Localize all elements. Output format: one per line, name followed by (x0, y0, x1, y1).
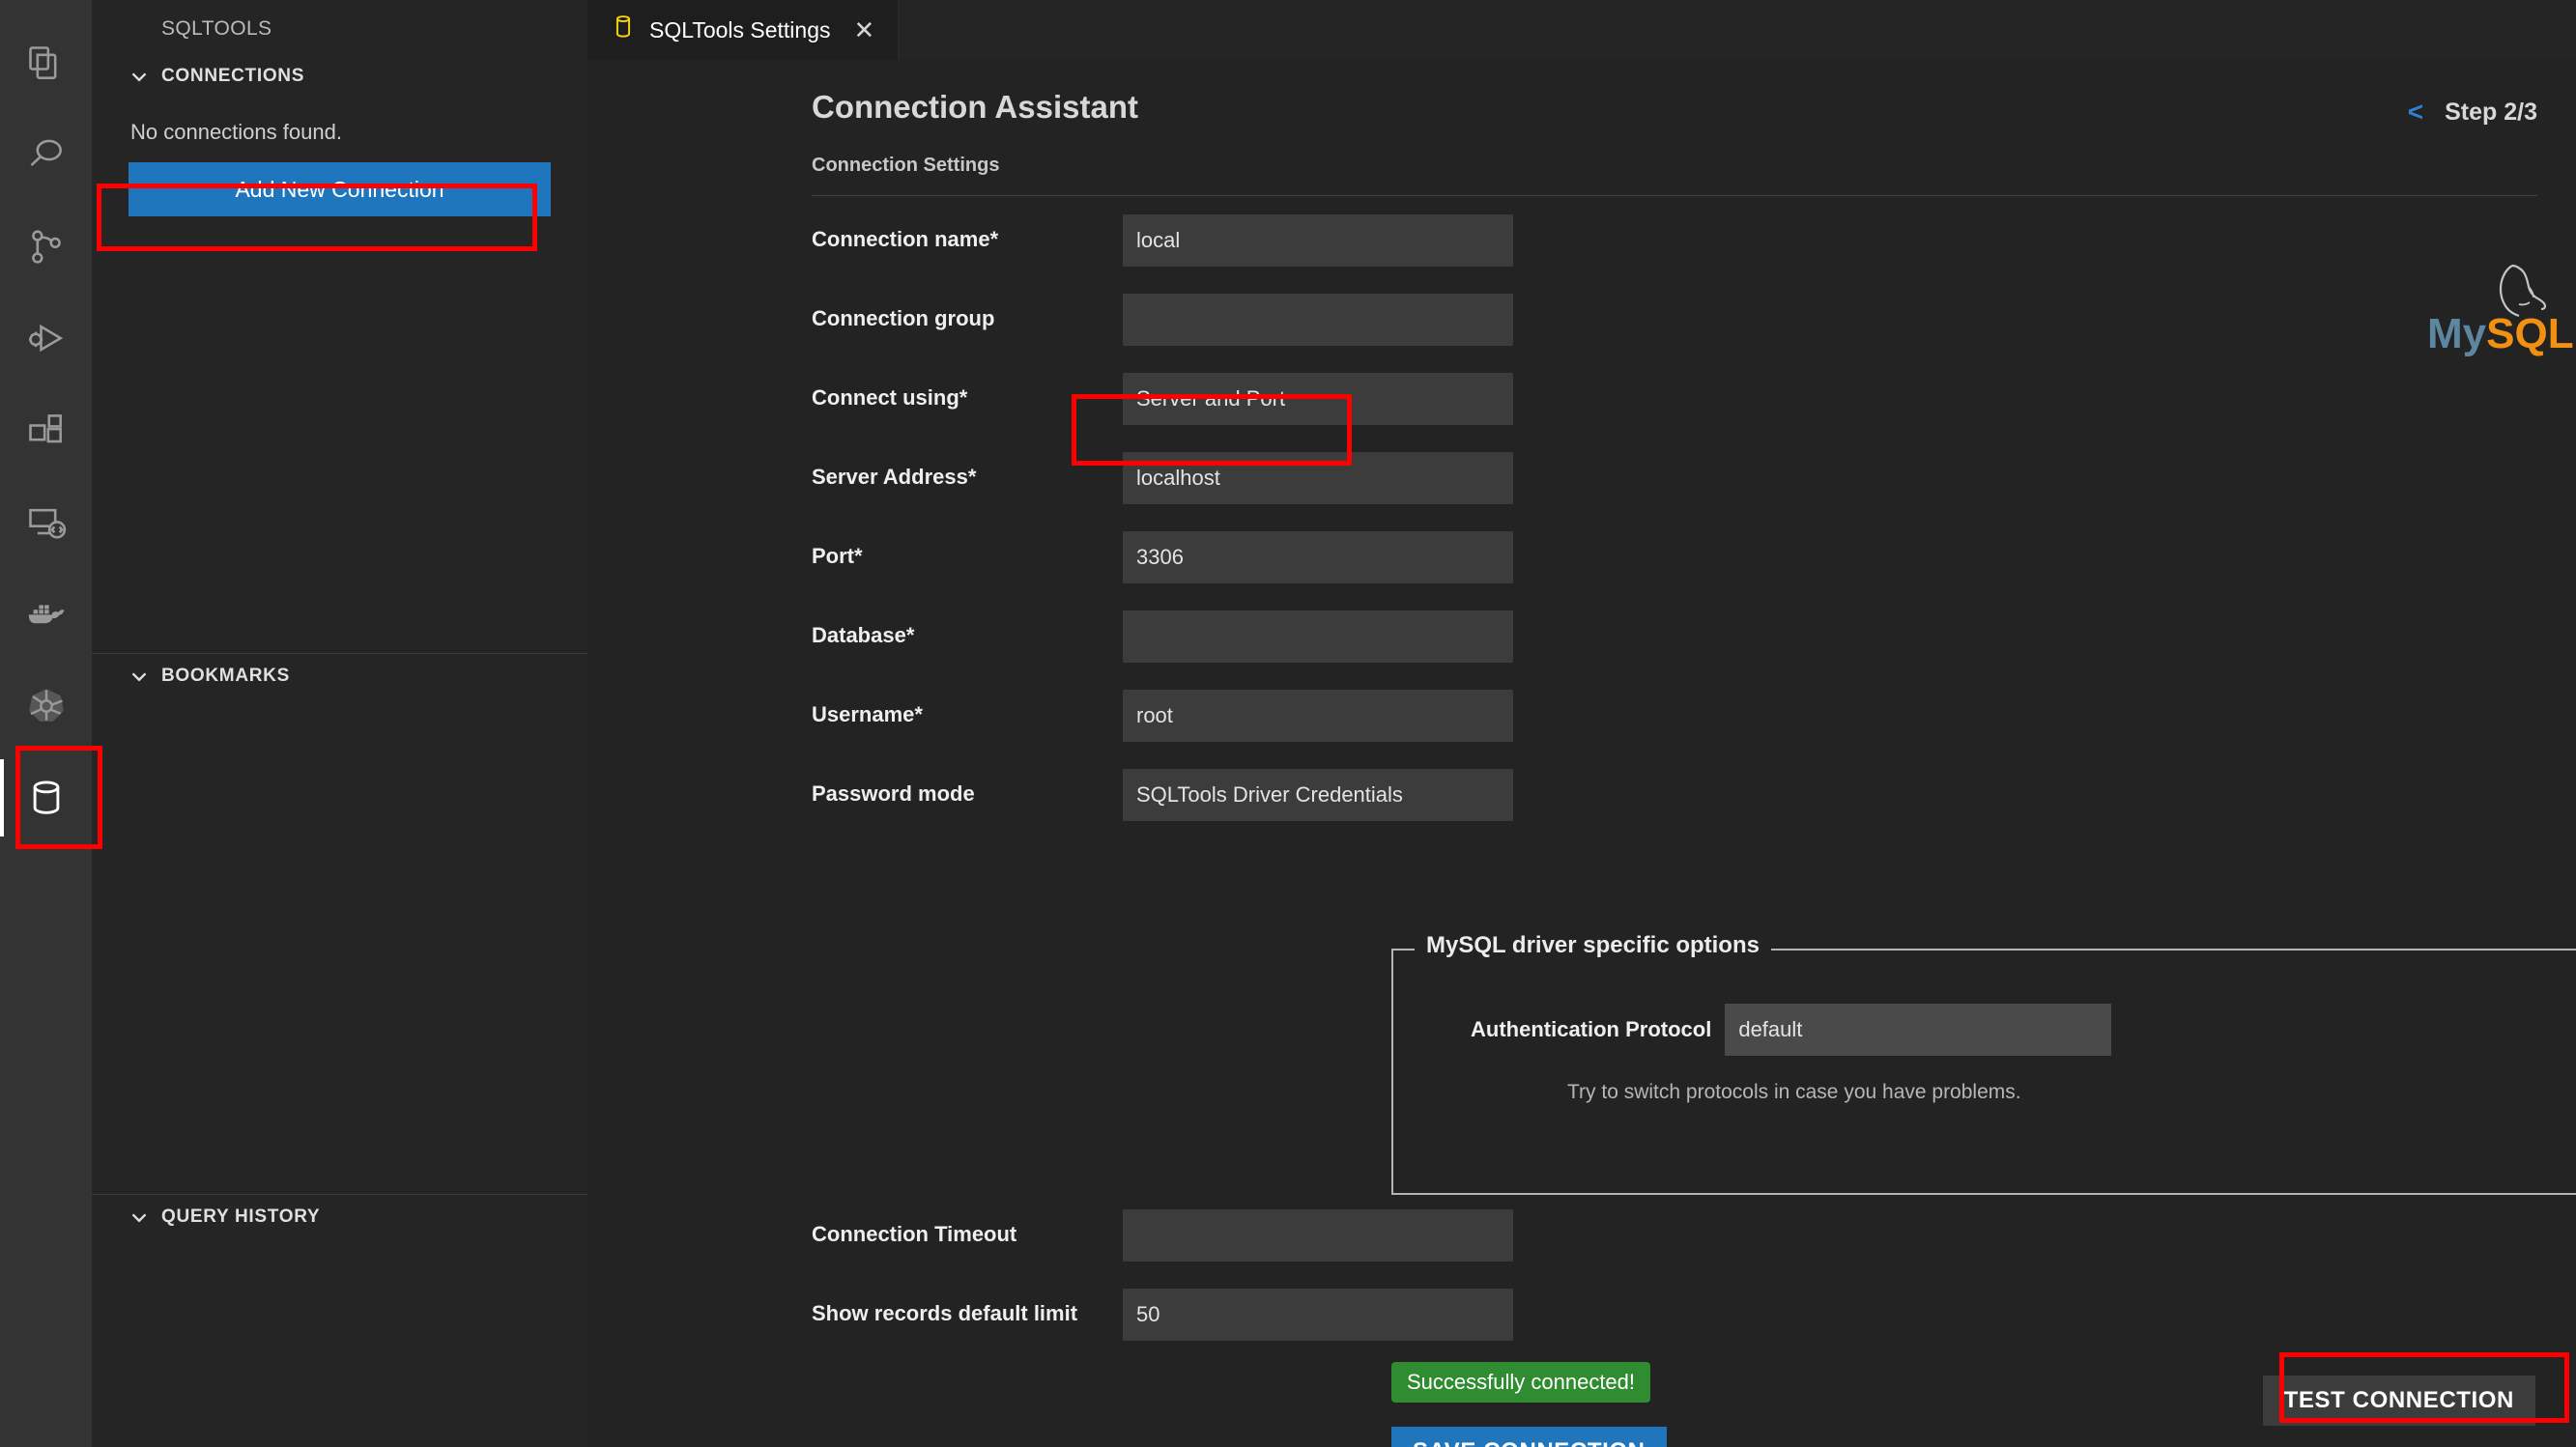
connection-group-input[interactable] (1123, 294, 1513, 346)
status-badge: Successfully connected! (1391, 1362, 1651, 1403)
chevron-down-icon (127, 64, 152, 89)
close-icon[interactable]: ✕ (854, 17, 875, 43)
mysql-wordmark: MySQL (2427, 310, 2574, 358)
form-row-server-address: Server Address* (812, 452, 2537, 531)
field-label: Connection group (812, 306, 995, 330)
auth-protocol-input[interactable] (1725, 1004, 2112, 1056)
form-row-database: Database* (812, 610, 2537, 690)
field-label: Port* (812, 544, 863, 568)
activity-item-remote-explorer[interactable] (0, 476, 92, 568)
step-indicator: Step 2/3 (2445, 98, 2537, 126)
activity-item-sqltools-database[interactable] (0, 752, 92, 843)
activity-item-kubernetes[interactable] (0, 660, 92, 752)
form-row-connection-name: Connection name* (812, 214, 2537, 294)
mysql-my-text: My (2427, 310, 2487, 357)
field-label: Password mode (812, 781, 975, 806)
show-records-limit-input[interactable] (1123, 1289, 1513, 1341)
sidebar-section-connections[interactable]: CONNECTIONS (92, 54, 587, 99)
section-label-connection-settings: Connection Settings (812, 155, 1000, 176)
test-connection-button[interactable]: TEST CONNECTION (2262, 1376, 2535, 1426)
field-label: Show records default limit (812, 1301, 1078, 1325)
divider (812, 195, 2537, 196)
sidebar-title: SQLTOOLS (161, 17, 272, 40)
tab-bar: SQLTools Settings ✕ (587, 0, 2576, 60)
fieldset-legend: MySQL driver specific options (1415, 932, 1771, 959)
field-label: Connect using* (812, 385, 968, 410)
form-row-username: Username* (812, 690, 2537, 769)
mysql-logo: MySQL (2419, 258, 2574, 372)
connection-settings-form: Connection name* Connection group Connec… (812, 214, 2537, 848)
database-icon (611, 13, 636, 47)
editor-area: SQLTools Settings ✕ Connection Assistant… (587, 0, 2576, 1447)
form-row-port: Port* (812, 531, 2537, 610)
sidebar-panes: CONNECTIONS No connections found. Add Ne… (92, 54, 587, 1227)
tab-label: SQLTools Settings (649, 16, 831, 43)
port-input[interactable] (1123, 531, 1513, 583)
connection-assistant-webview: Connection Assistant < Step 2/3 Connecti… (587, 60, 2576, 1447)
form-row-connection-group: Connection group (812, 294, 2537, 373)
connect-using-select[interactable] (1123, 373, 1513, 425)
chevron-down-icon (127, 664, 152, 689)
docker-icon (24, 592, 69, 637)
username-input[interactable] (1123, 690, 1513, 742)
files-icon (25, 43, 68, 85)
step-back-button[interactable]: < (2408, 97, 2423, 128)
activity-item-source-control[interactable] (0, 201, 92, 293)
activity-item-docker[interactable] (0, 568, 92, 660)
form-row-show-records-limit: Show records default limit (812, 1289, 2537, 1368)
password-mode-select[interactable] (1123, 769, 1513, 821)
field-label: Connection name* (812, 227, 999, 251)
database-icon (24, 776, 69, 820)
form-row-password-mode: Password mode (812, 769, 2537, 848)
auth-protocol-help-text: Try to switch protocols in case you have… (1567, 1081, 2021, 1103)
activity-item-run-and-debug[interactable] (0, 293, 92, 384)
save-connection-button[interactable]: SAVE CONNECTION (1391, 1427, 1667, 1447)
extensions-icon (25, 410, 68, 452)
auth-protocol-label: Authentication Protocol (1471, 1017, 1712, 1041)
activity-item-extensions[interactable] (0, 384, 92, 476)
mysql-sql-text: SQL (2486, 310, 2574, 357)
field-label: Username* (812, 702, 923, 726)
step-navigation: < Step 2/3 (2408, 97, 2537, 128)
remote-icon (25, 501, 68, 544)
activity-bar (0, 0, 92, 1447)
vscode-window: SQLTOOLS CONNECTIONS No connections foun… (0, 0, 2576, 1447)
form-row-connection-timeout: Connection Timeout (812, 1209, 2537, 1289)
sidebar: SQLTOOLS CONNECTIONS No connections foun… (92, 0, 587, 1447)
chevron-down-icon (127, 1205, 152, 1230)
connection-name-input[interactable] (1123, 214, 1513, 267)
bottom-settings-form: Connection Timeout Show records default … (812, 1209, 2537, 1368)
add-new-connection-button[interactable]: Add New Connection (129, 162, 551, 216)
field-label: Server Address* (812, 465, 977, 489)
auth-protocol-row: Authentication Protocol (1393, 950, 2576, 1056)
mysql-driver-options-fieldset: MySQL driver specific options Authentica… (1391, 932, 2576, 1195)
source-control-icon (25, 226, 68, 269)
form-row-connect-using: Connect using* (812, 373, 2537, 452)
activity-item-explorer[interactable] (0, 17, 92, 109)
kubernetes-icon (25, 685, 68, 727)
activity-item-search[interactable] (0, 109, 92, 201)
database-input[interactable] (1123, 610, 1513, 663)
sidebar-section-query-history[interactable]: QUERY HISTORY (92, 1194, 587, 1238)
tab-sqltools-settings[interactable]: SQLTools Settings ✕ (587, 0, 900, 60)
search-icon (25, 134, 68, 177)
connection-timeout-input[interactable] (1123, 1209, 1513, 1262)
field-label: Database* (812, 623, 915, 647)
server-address-input[interactable] (1123, 452, 1513, 504)
field-label: Connection Timeout (812, 1222, 1017, 1246)
sidebar-section-label: QUERY HISTORY (161, 1206, 321, 1227)
connections-empty-text: No connections found. (130, 120, 342, 144)
sidebar-section-bookmarks[interactable]: BOOKMARKS (92, 653, 587, 697)
page-title: Connection Assistant (812, 89, 1138, 125)
sidebar-section-label: CONNECTIONS (161, 66, 305, 86)
add-connection-wrap: Add New Connection (92, 145, 587, 216)
sidebar-section-label: BOOKMARKS (161, 665, 290, 686)
debug-icon (25, 318, 68, 360)
